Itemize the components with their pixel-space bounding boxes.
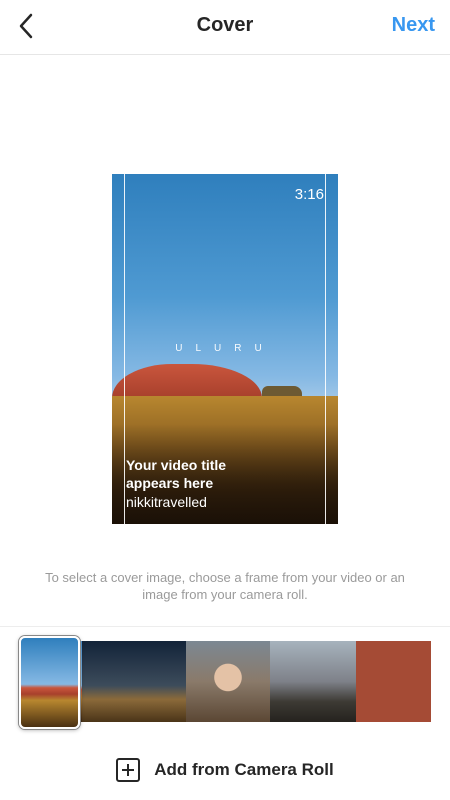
cover-preview: 3:16 ULURU Your video title appears here…: [112, 174, 338, 524]
cover-hint-text: To select a cover image, choose a frame …: [45, 570, 405, 602]
frame-thumbnail[interactable]: [82, 641, 186, 722]
frame-thumbnail[interactable]: [356, 641, 431, 722]
selected-frame-handle[interactable]: [19, 636, 80, 729]
frame-thumbnail[interactable]: [270, 641, 356, 722]
uluru-rock: [112, 364, 262, 398]
frame-thumbnail[interactable]: [186, 641, 270, 722]
trees: [262, 386, 302, 396]
video-username: nikkitravelled: [126, 494, 207, 510]
frame-scrubber[interactable]: [22, 641, 431, 722]
next-button[interactable]: Next: [392, 14, 435, 37]
add-from-camera-roll-label: Add from Camera Roll: [154, 760, 334, 779]
overlay-text: ULURU: [175, 343, 275, 354]
add-from-camera-roll-button[interactable]: Add from Camera Roll: [0, 758, 450, 782]
top-bar: Cover Next: [0, 0, 450, 55]
plus-square-icon: [116, 758, 141, 782]
video-title: Your video title appears here: [126, 457, 227, 491]
page-title: Cover: [196, 14, 254, 36]
video-duration: 3:16: [294, 186, 324, 203]
divider: [0, 626, 450, 627]
